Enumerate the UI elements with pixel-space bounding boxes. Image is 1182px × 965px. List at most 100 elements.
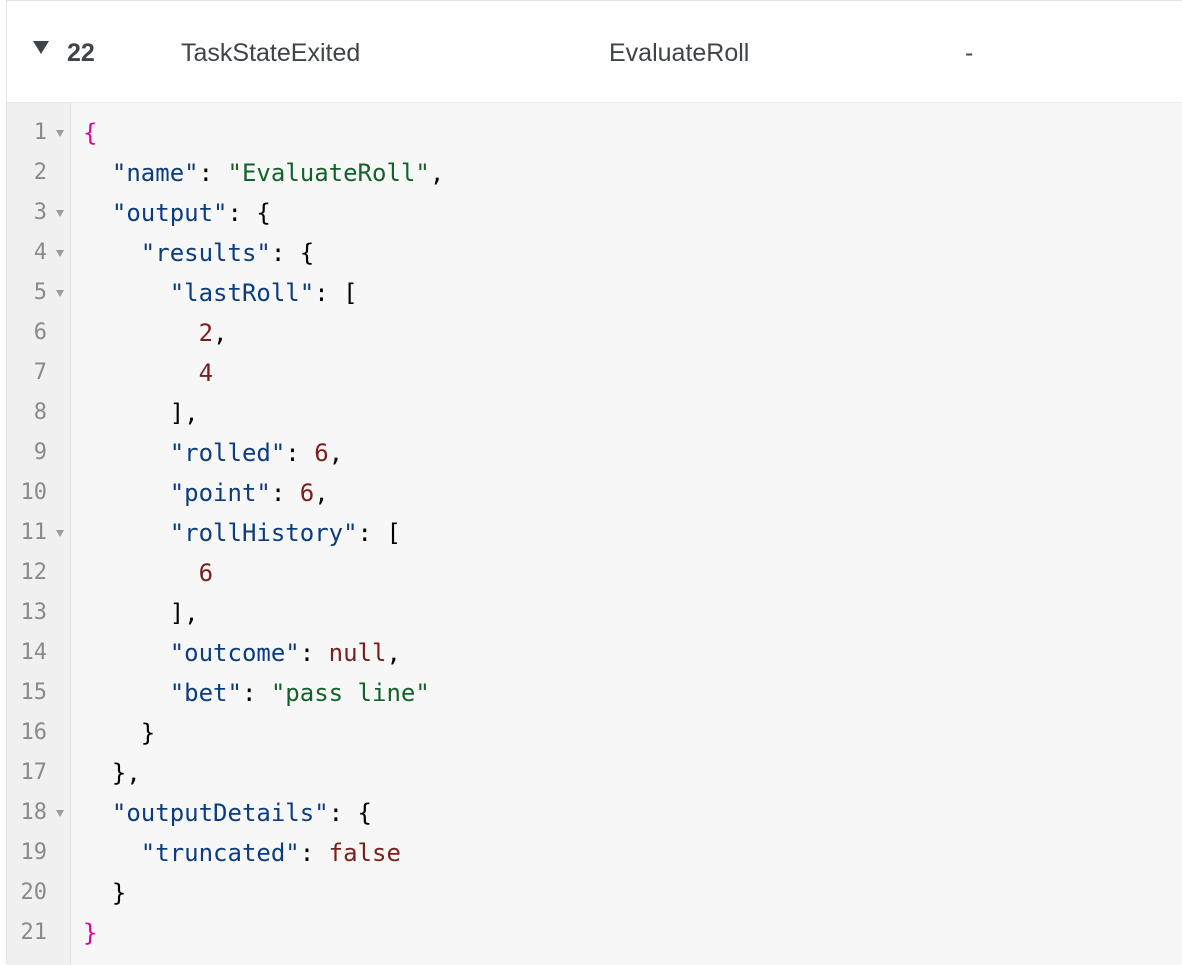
fold-arrow-icon[interactable] xyxy=(56,530,64,537)
code-line: 10 "point": 6, xyxy=(7,473,1182,513)
code-text: "rollHistory": [ xyxy=(83,513,401,553)
code-token: "rolled" xyxy=(169,439,286,467)
code-text: "truncated": false xyxy=(83,833,401,873)
code-text: "lastRoll": [ xyxy=(83,273,358,313)
line-number: 20 xyxy=(20,880,48,905)
code-token: 2 xyxy=(198,319,214,347)
code-text: "outcome": null, xyxy=(83,633,401,673)
fold-arrow-icon[interactable] xyxy=(56,210,64,217)
code-token: }, xyxy=(83,759,141,787)
code-token: ], xyxy=(83,599,199,627)
code-token: 6 xyxy=(198,559,214,587)
code-token: : xyxy=(198,159,228,187)
code-token: "output" xyxy=(111,199,228,227)
code-text: "point": 6, xyxy=(83,473,329,513)
code-line: 20 } xyxy=(7,873,1182,913)
code-token: : { xyxy=(328,799,373,827)
code-token: : [ xyxy=(314,279,358,307)
fold-arrow-icon[interactable] xyxy=(56,290,64,297)
code-token: "bet" xyxy=(169,679,242,707)
line-number: 3 xyxy=(33,200,47,225)
json-code-editor[interactable]: 1{2 "name": "EvaluateRoll", 3 "output": {… xyxy=(7,103,1182,965)
code-text: 2, xyxy=(83,313,228,353)
code-token: "name" xyxy=(111,159,199,187)
line-number: 4 xyxy=(33,240,47,265)
code-line: 7 4 xyxy=(7,353,1182,393)
line-number: 16 xyxy=(20,720,48,745)
code-token: } xyxy=(83,879,127,907)
fold-arrow-icon[interactable] xyxy=(56,810,64,817)
code-token: : xyxy=(285,439,315,467)
code-line: 1{ xyxy=(7,113,1182,153)
code-token: : { xyxy=(227,199,271,227)
line-number: 6 xyxy=(33,320,47,345)
line-number: 9 xyxy=(33,440,47,465)
code-line: 15 "bet": "pass line" xyxy=(7,673,1182,713)
code-text: } xyxy=(83,713,155,753)
code-token: : xyxy=(270,479,300,507)
code-token: 4 xyxy=(198,359,214,387)
code-token: ], xyxy=(83,399,199,427)
code-token: : [ xyxy=(357,519,401,547)
code-text: "bet": "pass line" xyxy=(83,673,430,713)
code-line: 8 ], xyxy=(7,393,1182,433)
code-line: 6 2, xyxy=(7,313,1182,353)
line-number: 17 xyxy=(20,760,48,785)
event-row[interactable]: 22 TaskStateExited EvaluateRoll - xyxy=(7,1,1182,103)
code-text: } xyxy=(83,913,97,953)
code-token: null xyxy=(328,639,387,667)
collapse-triangle-icon[interactable] xyxy=(33,41,49,54)
event-details-panel: 22 TaskStateExited EvaluateRoll - 1{2 "n… xyxy=(6,0,1182,965)
code-line: 19 "truncated": false xyxy=(7,833,1182,873)
code-token: } xyxy=(83,919,98,947)
code-line: 4 "results": { xyxy=(7,233,1182,273)
fold-arrow-icon[interactable] xyxy=(56,250,64,257)
code-token: , xyxy=(328,439,344,467)
code-token: : xyxy=(299,639,329,667)
code-line: 11 "rollHistory": [ xyxy=(7,513,1182,553)
code-token: "outcome" xyxy=(169,639,300,667)
code-text: "output": { xyxy=(83,193,271,233)
code-token: , xyxy=(314,479,329,507)
code-token: } xyxy=(83,719,156,747)
fold-arrow-icon[interactable] xyxy=(56,130,64,137)
code-line: 12 6 xyxy=(7,553,1182,593)
event-id: 22 xyxy=(67,39,95,67)
code-line: 14 "outcome": null, xyxy=(7,633,1182,673)
code-text: }, xyxy=(83,753,141,793)
event-type: TaskStateExited xyxy=(181,39,361,67)
code-token: "rollHistory" xyxy=(169,519,358,547)
code-token: "lastRoll" xyxy=(169,279,315,307)
code-token: : { xyxy=(270,239,315,267)
code-text: "rolled": 6, xyxy=(83,433,343,473)
line-number: 14 xyxy=(20,640,48,665)
code-token: : xyxy=(241,679,271,707)
code-line: 16 } xyxy=(7,713,1182,753)
code-line: 21} xyxy=(7,913,1182,953)
code-token: "outputDetails" xyxy=(111,799,329,827)
code-token: { xyxy=(83,119,98,147)
code-lines: 1{2 "name": "EvaluateRoll", 3 "output": {… xyxy=(7,113,1182,953)
line-number: 1 xyxy=(33,120,47,145)
line-number: 15 xyxy=(20,680,48,705)
line-number: 2 xyxy=(33,160,47,185)
code-line: 13 ], xyxy=(7,593,1182,633)
code-text: 6 xyxy=(83,553,213,593)
code-line: 5 "lastRoll": [ xyxy=(7,273,1182,313)
code-token: 6 xyxy=(299,479,315,507)
line-number: 12 xyxy=(20,560,48,585)
line-number: 8 xyxy=(33,400,47,425)
line-number: 5 xyxy=(33,280,47,305)
code-text: "outputDetails": { xyxy=(83,793,372,833)
